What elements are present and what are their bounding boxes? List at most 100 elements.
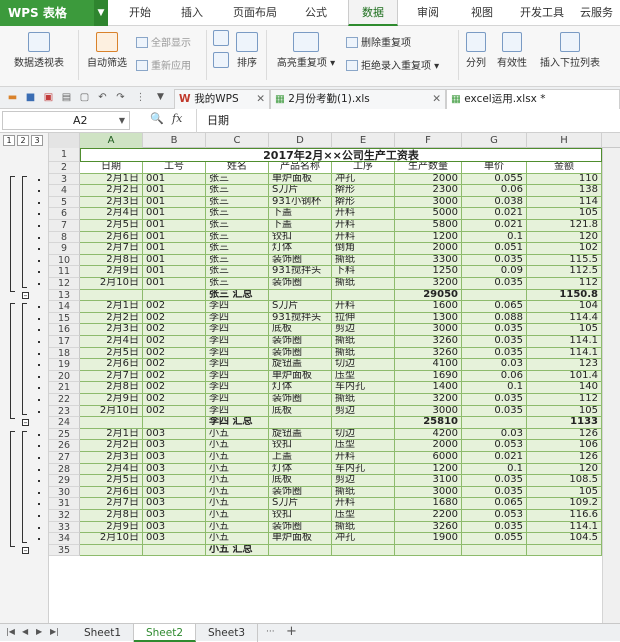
table-cell[interactable]: 003: [143, 440, 206, 452]
table-cell[interactable]: 小五: [206, 463, 269, 476]
table-cell[interactable]: 3000: [395, 486, 462, 499]
row-header[interactable]: 17: [49, 336, 80, 348]
table-cell[interactable]: 2月10日: [80, 405, 143, 418]
table-cell[interactable]: 3100: [395, 475, 462, 487]
column-header-A[interactable]: A: [80, 133, 143, 148]
table-cell[interactable]: 装饰圈: [269, 521, 332, 534]
table-cell[interactable]: 002: [143, 347, 206, 360]
column-title-cell[interactable]: 工号: [143, 162, 206, 174]
row-header[interactable]: 13: [49, 289, 80, 302]
table-cell[interactable]: 115.5: [527, 254, 602, 267]
row-header[interactable]: 12: [49, 278, 80, 290]
table-cell[interactable]: 倒角: [332, 243, 395, 255]
column-header-H[interactable]: H: [527, 133, 602, 148]
table-cell[interactable]: 002: [143, 312, 206, 325]
fx-icon[interactable]: fx: [172, 112, 182, 125]
sort-desc-button[interactable]: [210, 52, 232, 70]
table-cell[interactable]: 002: [143, 382, 206, 394]
summary-cell[interactable]: [462, 289, 527, 302]
table-cell[interactable]: 2月1日: [80, 173, 143, 186]
row-header[interactable]: 24: [49, 417, 80, 429]
table-cell[interactable]: 1900: [395, 533, 462, 545]
menu-page-layout[interactable]: 页面布局: [224, 0, 286, 26]
menu-formula[interactable]: 公式: [294, 0, 338, 26]
table-cell[interactable]: 2月6日: [80, 359, 143, 371]
table-cell[interactable]: 1200: [395, 231, 462, 244]
table-cell[interactable]: 2月7日: [80, 498, 143, 510]
table-cell[interactable]: 0.09: [462, 266, 527, 278]
table-cell[interactable]: 3300: [395, 254, 462, 267]
table-cell[interactable]: 003: [143, 521, 206, 534]
row-header[interactable]: 34: [49, 533, 80, 545]
table-cell[interactable]: 1680: [395, 498, 462, 510]
table-cell[interactable]: 138: [527, 185, 602, 197]
print-icon[interactable]: ▤: [60, 91, 73, 104]
table-cell[interactable]: 140: [527, 382, 602, 394]
table-cell[interactable]: 114.4: [527, 312, 602, 325]
table-cell[interactable]: 2月7日: [80, 243, 143, 255]
summary-cell[interactable]: [80, 544, 143, 557]
row-header[interactable]: 10: [49, 254, 80, 267]
table-cell[interactable]: 0.03: [462, 428, 527, 441]
column-title-cell[interactable]: 单价: [462, 162, 527, 174]
column-title-cell[interactable]: 姓名: [206, 162, 269, 174]
sheet-title-cell[interactable]: 2017年2月××公司生产工资表: [80, 148, 602, 162]
table-cell[interactable]: 小五: [206, 428, 269, 441]
table-cell[interactable]: 底板: [269, 405, 332, 418]
row-header[interactable]: 2: [49, 162, 80, 174]
menu-home[interactable]: 开始: [118, 0, 162, 26]
table-cell[interactable]: S刀片: [269, 498, 332, 510]
table-cell[interactable]: 单炉面板: [269, 370, 332, 383]
table-cell[interactable]: 2月3日: [80, 196, 143, 209]
table-cell[interactable]: 1250: [395, 266, 462, 278]
column-header-D[interactable]: D: [269, 133, 332, 148]
table-cell[interactable]: 小五: [206, 486, 269, 499]
table-cell[interactable]: 装饰圈: [269, 394, 332, 406]
table-cell[interactable]: 003: [143, 428, 206, 441]
table-cell[interactable]: 2月8日: [80, 382, 143, 394]
summary-cell[interactable]: [80, 417, 143, 429]
table-cell[interactable]: 张三: [206, 220, 269, 232]
table-cell[interactable]: 下盖: [269, 208, 332, 220]
table-cell[interactable]: 灯体: [269, 243, 332, 255]
table-cell[interactable]: 0.021: [462, 452, 527, 464]
table-cell[interactable]: 0.035: [462, 254, 527, 267]
table-cell[interactable]: 101.4: [527, 370, 602, 383]
table-cell[interactable]: 6000: [395, 452, 462, 464]
table-cell[interactable]: 121.8: [527, 220, 602, 232]
split-columns-button[interactable]: 分列: [462, 32, 490, 69]
column-header-G[interactable]: G: [462, 133, 527, 148]
logo-dropdown-icon[interactable]: ▼: [94, 0, 108, 26]
table-cell[interactable]: 张三: [206, 208, 269, 220]
table-cell[interactable]: 李四: [206, 359, 269, 371]
table-cell[interactable]: 2月8日: [80, 254, 143, 267]
table-cell[interactable]: 2月4日: [80, 208, 143, 220]
summary-cell[interactable]: [332, 544, 395, 557]
table-cell[interactable]: 931搅拌头: [269, 266, 332, 278]
table-cell[interactable]: 车内孔: [332, 463, 395, 476]
table-cell[interactable]: 2月9日: [80, 394, 143, 406]
undo-icon[interactable]: ↶: [96, 91, 109, 104]
chevron-down-icon[interactable]: ▼: [154, 91, 167, 104]
table-cell[interactable]: 冲孔: [332, 173, 395, 186]
summary-cell[interactable]: 1133: [527, 417, 602, 429]
row-header[interactable]: 11: [49, 266, 80, 278]
table-cell[interactable]: 旋钮盖: [269, 359, 332, 371]
table-cell[interactable]: 0.03: [462, 359, 527, 371]
table-cell[interactable]: 小五: [206, 521, 269, 534]
table-cell[interactable]: 单炉面板: [269, 533, 332, 545]
table-cell[interactable]: 底板: [269, 475, 332, 487]
table-cell[interactable]: 开料: [332, 208, 395, 220]
table-cell[interactable]: 0.035: [462, 486, 527, 499]
table-cell[interactable]: 123: [527, 359, 602, 371]
table-cell[interactable]: 李四: [206, 336, 269, 348]
table-cell[interactable]: 0.035: [462, 475, 527, 487]
summary-cell[interactable]: [269, 289, 332, 302]
summary-cell[interactable]: 29050: [395, 289, 462, 302]
table-cell[interactable]: 李四: [206, 324, 269, 336]
table-cell[interactable]: 112: [527, 278, 602, 290]
table-cell[interactable]: 2月6日: [80, 486, 143, 499]
table-cell[interactable]: 002: [143, 301, 206, 313]
table-cell[interactable]: 开料: [332, 498, 395, 510]
table-cell[interactable]: 撕纸: [332, 278, 395, 290]
